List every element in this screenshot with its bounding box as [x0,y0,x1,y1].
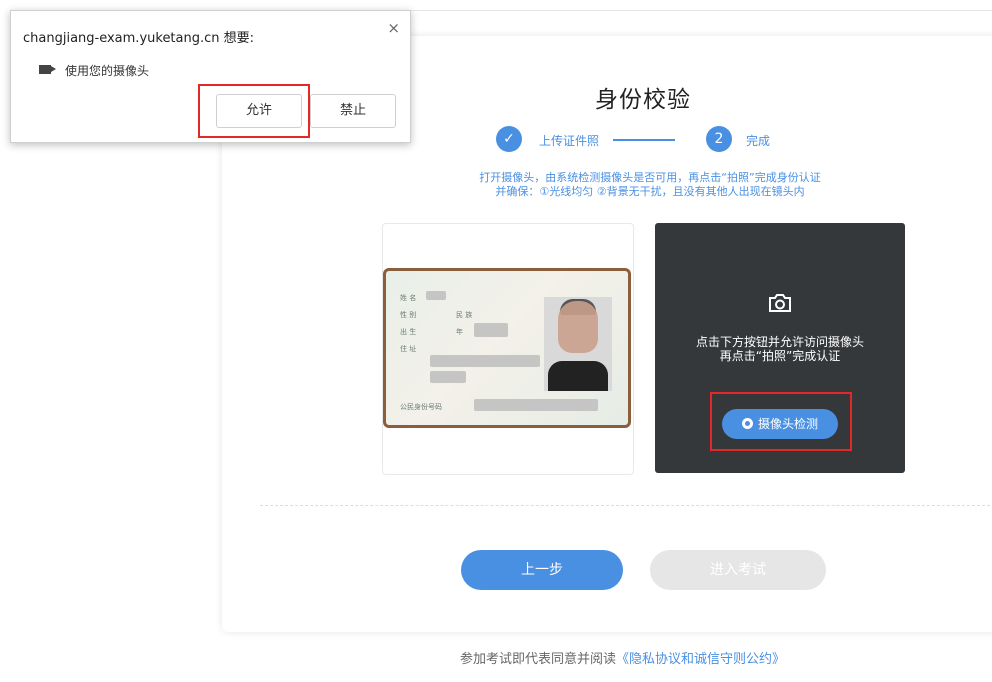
blurred-field [474,399,598,411]
id-label-number: 公民身份号码 [400,403,442,411]
highlight-frame-detect [710,392,852,451]
id-label-address: 住 址 [400,345,417,353]
camera-instructions: 点击下方按钮并允许访问摄像头 再点击“拍照”完成认证 [655,335,905,363]
camera-instruction-line-1: 点击下方按钮并允许访问摄像头 [695,335,864,349]
id-label-birth: 出 生 [400,328,417,336]
footer-agreement: 参加考试即代表同意并阅读《隐私协议和诚信守则公约》 [460,648,785,667]
top-divider [410,10,992,11]
highlight-frame-allow [198,84,310,138]
instruction-line-2: 并确保：①光线均匀 ②背景无干扰，且没有其他人出现在镜头内 [495,185,805,198]
popup-origin-text: changjiang-exam.yuketang.cn 想要: [23,31,255,46]
step-done-icon: ✓ [496,126,522,152]
enter-exam-button[interactable]: 进入考试 [650,550,826,590]
video-camera-icon [39,65,51,74]
footer-text: 参加考试即代表同意并阅读 [460,652,617,667]
privacy-agreement-link[interactable]: 《隐私协议和诚信守则公约》 [616,652,785,667]
blurred-field [430,355,540,367]
id-label-year: 年 [456,328,463,336]
id-label-sex: 性 别 [400,311,417,319]
block-button[interactable]: 禁止 [310,94,396,128]
close-icon[interactable]: × [387,19,400,37]
id-label-name: 姓 名 [400,294,417,302]
popup-permission-text: 使用您的摄像头 [65,64,150,78]
blurred-field [430,371,466,383]
id-portrait [544,297,612,391]
step-2-label: 完成 [746,134,771,148]
step-1-label: 上传证件照 [539,134,600,148]
page-title: 身份校验 [595,87,691,113]
previous-step-button[interactable]: 上一步 [461,550,623,590]
camera-icon [769,294,791,312]
instruction-text: 打开摄像头，由系统检测摄像头是否可用，再点击“拍照”完成身份认证 并确保：①光线… [410,171,890,199]
id-label-ethnic: 民 族 [456,311,473,319]
instruction-line-1: 打开摄像头，由系统检测摄像头是否可用，再点击“拍照”完成身份认证 [479,171,821,184]
section-divider [260,505,990,506]
camera-instruction-line-2: 再点击“拍照”完成认证 [719,349,841,363]
blurred-field [474,323,508,337]
blurred-field [426,291,446,300]
step-2-badge: 2 [706,126,732,152]
step-connector [613,139,675,141]
id-card-image: 姓 名 性 别 民 族 出 生 年 住 址 公民身份号码 [383,268,631,428]
